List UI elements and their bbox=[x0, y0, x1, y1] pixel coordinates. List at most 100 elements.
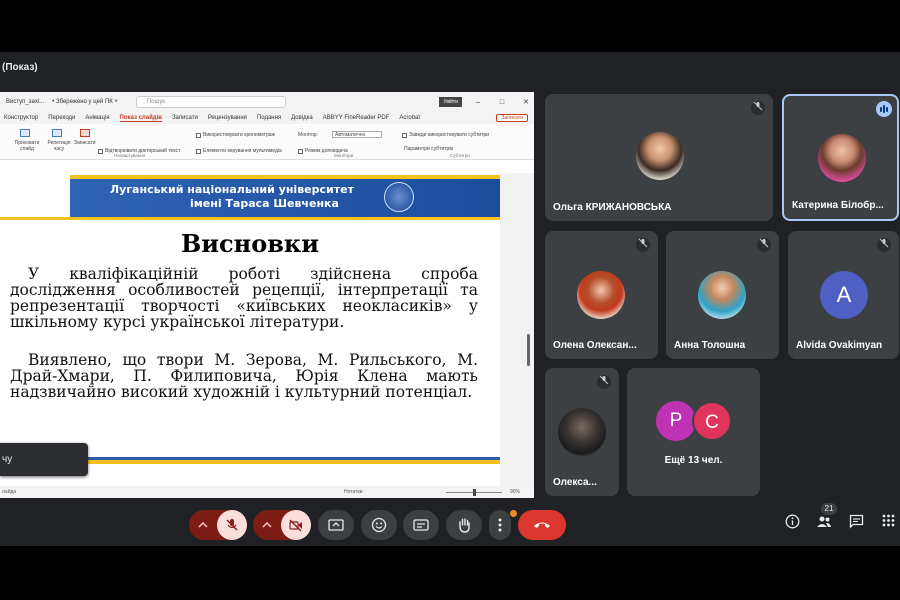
captions-icon[interactable] bbox=[403, 510, 439, 540]
monitor-select[interactable]: Автоматично bbox=[332, 131, 382, 138]
present-icon[interactable] bbox=[318, 510, 354, 540]
participant-tile[interactable]: Катерина Білобр... bbox=[782, 94, 899, 221]
toast-text: чу bbox=[2, 454, 13, 465]
powerpoint-statusbar: лайда Нотатки 90% bbox=[0, 486, 534, 498]
timings-checkbox[interactable]: Використовувати хронометраж bbox=[196, 132, 275, 138]
tab-record[interactable]: Записати bbox=[172, 115, 198, 121]
monitor-label: Монітор: bbox=[298, 132, 319, 138]
slide-heading: Висновки bbox=[180, 229, 320, 258]
subtitle-settings-button[interactable]: Параметри субтитрів bbox=[404, 146, 453, 152]
hide-slide-icon[interactable] bbox=[20, 129, 30, 137]
info-icon[interactable] bbox=[782, 514, 802, 532]
hang-up-button[interactable] bbox=[518, 510, 566, 540]
search-input[interactable]: Пошук bbox=[135, 96, 286, 108]
avatar bbox=[558, 408, 606, 456]
record-icon[interactable] bbox=[80, 129, 90, 137]
ribbon-tabs: Конструктор Переходи Анімація Показ слай… bbox=[0, 112, 534, 124]
tab-help[interactable]: Довідка bbox=[291, 115, 313, 121]
media-controls-checkbox[interactable]: Елементи керування мультимедіа bbox=[196, 148, 282, 154]
always-subtitles-checkbox[interactable]: Завжди використовувати субтитри bbox=[402, 132, 489, 138]
powerpoint-titlebar: Виступ_захі... • Збережено у цей ПК ˅ По… bbox=[0, 92, 534, 112]
banner-stripe-bottom bbox=[0, 217, 500, 220]
mic-off-icon bbox=[597, 375, 611, 389]
ribbon: Приховати слайд Репетиція часу Записати … bbox=[0, 124, 534, 160]
participant-tile[interactable]: A Alvida Ovakimyan bbox=[788, 231, 899, 359]
mic-control bbox=[189, 510, 247, 540]
emoji-icon[interactable] bbox=[361, 510, 397, 540]
tab-design[interactable]: Конструктор bbox=[4, 115, 38, 121]
status-slide: лайда bbox=[2, 489, 17, 495]
presenter-toast: чу bbox=[0, 443, 88, 476]
save-status[interactable]: • Збережено у цей ПК ˅ bbox=[52, 99, 118, 105]
more-icon[interactable] bbox=[489, 510, 511, 540]
mic-off-icon bbox=[636, 238, 650, 252]
participant-tile[interactable]: Ольга КРИЖАНОВСЬКА bbox=[545, 94, 773, 221]
group-captions-label: Субтитри bbox=[450, 153, 470, 158]
raise-hand-icon[interactable] bbox=[446, 510, 482, 540]
slide-paragraph-1: У кваліфікаційній роботі здійснена спроб… bbox=[10, 265, 478, 331]
tab-review[interactable]: Рецензування bbox=[208, 115, 247, 121]
participant-name: Олена Олексан... bbox=[553, 340, 637, 351]
chat-icon[interactable] bbox=[846, 514, 866, 532]
tab-animation[interactable]: Анімація bbox=[85, 115, 109, 121]
tab-slideshow[interactable]: Показ слайдів bbox=[119, 115, 162, 122]
avatar bbox=[577, 271, 625, 319]
more-participants-label: Ещё 13 чел. bbox=[664, 455, 723, 466]
avatar bbox=[698, 271, 746, 319]
zoom-level: 90% bbox=[510, 489, 521, 495]
window-title: (Показ) bbox=[2, 62, 38, 73]
minimize-icon[interactable]: – bbox=[470, 99, 486, 106]
people-count-badge: 21 bbox=[821, 503, 837, 515]
always-subtitles-label: Завжди використовувати субтитри bbox=[409, 132, 490, 138]
close-icon[interactable]: ✕ bbox=[518, 98, 534, 106]
zoom-slider-knob[interactable] bbox=[473, 489, 476, 496]
scrollbar[interactable] bbox=[527, 334, 530, 366]
screen: (Показ) Виступ_захі... • Збережено у цей… bbox=[0, 0, 900, 600]
camera-off-button[interactable] bbox=[281, 510, 311, 540]
media-controls-label: Елементи керування мультимедіа bbox=[203, 148, 282, 154]
participant-tile[interactable]: Анна Толошна bbox=[666, 231, 779, 359]
participant-tile[interactable]: Олекса... bbox=[545, 368, 619, 496]
avatar-initial: C bbox=[692, 401, 732, 441]
tab-abbyy[interactable]: ABBYY FineReader PDF bbox=[323, 115, 390, 121]
university-name: Луганський національний університет bbox=[110, 183, 354, 196]
people-icon[interactable] bbox=[814, 514, 834, 532]
slide-margin bbox=[500, 173, 534, 486]
tab-transitions[interactable]: Переходи bbox=[48, 115, 75, 121]
record-button[interactable]: Записати bbox=[496, 114, 528, 122]
speaking-indicator-icon bbox=[876, 101, 892, 117]
rehearse-button[interactable]: Репетиція часу bbox=[44, 140, 74, 152]
notification-dot-icon bbox=[510, 510, 517, 517]
tab-acrobat[interactable]: Acrobat bbox=[399, 115, 420, 121]
participant-name: Олекса... bbox=[553, 477, 597, 488]
avatar-initial: A bbox=[820, 271, 868, 319]
participant-tile[interactable]: Олена Олексан... bbox=[545, 231, 658, 359]
mic-off-icon bbox=[757, 238, 771, 252]
participant-name: Катерина Білобр... bbox=[792, 200, 884, 211]
camera-control bbox=[253, 510, 311, 540]
rehearse-icon[interactable] bbox=[52, 129, 62, 137]
document-name: Виступ_захі... bbox=[6, 99, 45, 105]
maximize-icon[interactable]: □ bbox=[494, 99, 510, 106]
avatar bbox=[818, 134, 866, 182]
hide-slide-button[interactable]: Приховати слайд bbox=[12, 140, 42, 152]
chevron-up-icon[interactable] bbox=[189, 519, 217, 531]
avatar bbox=[636, 132, 684, 180]
notes-button[interactable]: Нотатки bbox=[344, 489, 362, 495]
participant-name: Alvida Ovakimyan bbox=[796, 340, 883, 351]
more-participants-tile[interactable]: P C Ещё 13 чел. bbox=[627, 368, 760, 496]
university-emblem-icon bbox=[384, 182, 414, 212]
participant-name: Ольга КРИЖАНОВСЬКА bbox=[553, 202, 672, 213]
avatar-initial: P bbox=[656, 401, 696, 441]
chevron-up-icon[interactable] bbox=[253, 519, 281, 531]
mic-off-icon bbox=[877, 238, 891, 252]
slide-paragraph-2: Виявлено, що твори М. Зерова, М. Рильськ… bbox=[10, 351, 478, 401]
university-name-line2: імені Тараса Шевченка bbox=[190, 197, 339, 210]
timings-label: Використовувати хронометраж bbox=[203, 132, 275, 138]
record-slide-button[interactable]: Записати bbox=[74, 140, 96, 146]
apps-icon[interactable] bbox=[878, 514, 898, 530]
tab-view[interactable]: Подання bbox=[257, 115, 281, 121]
signin-button[interactable]: Увійти bbox=[439, 97, 462, 107]
mic-off-button[interactable] bbox=[217, 510, 247, 540]
group-setup-label: Налаштування bbox=[114, 153, 146, 158]
